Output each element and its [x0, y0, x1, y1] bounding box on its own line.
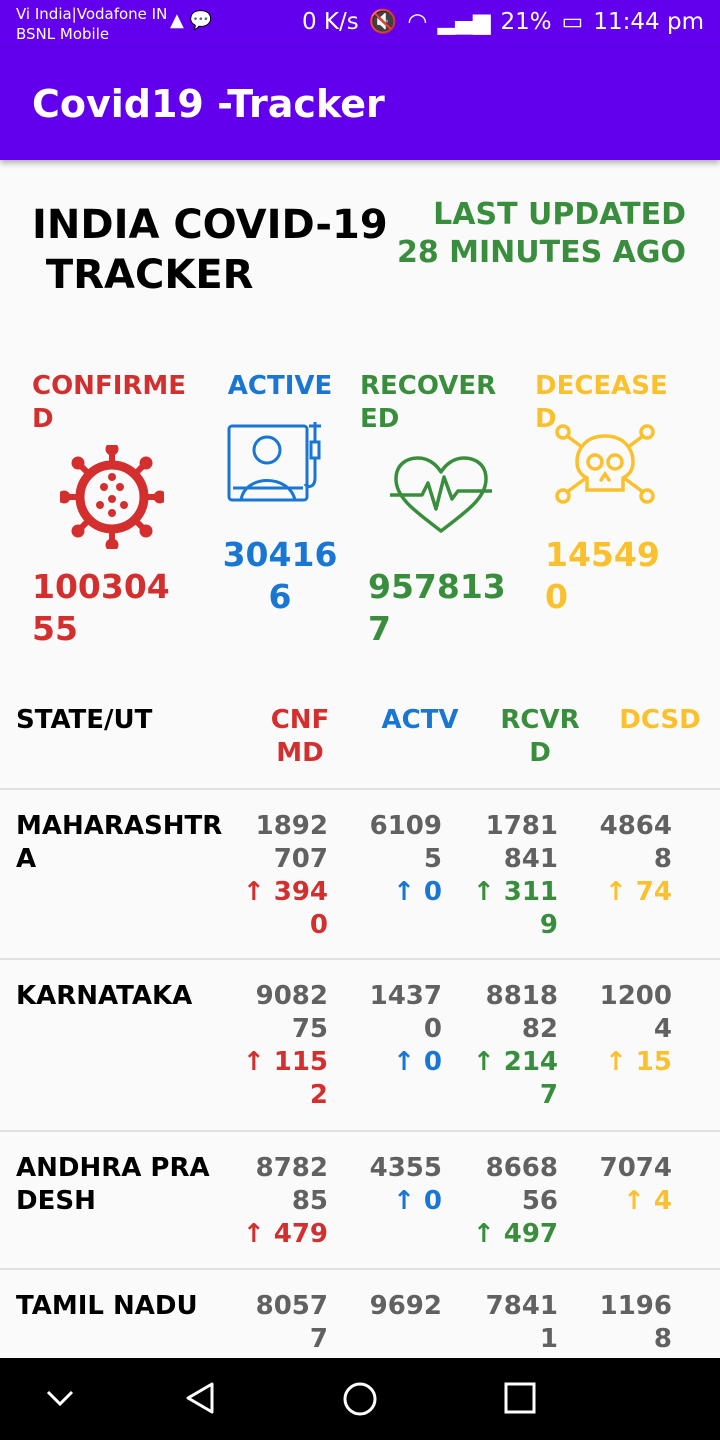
recovered-delta: ↑ 3119 [472, 877, 558, 940]
active-value: 304166 [222, 535, 338, 616]
active-cell: 9692 [352, 1290, 442, 1323]
deceased-count: 11968 [599, 1291, 672, 1354]
table-row[interactable]: ANDHRA PRADESH 878285 ↑ 479 4355 ↑ 0 866… [0, 1132, 720, 1270]
confirmed-count: 908275 [255, 981, 328, 1044]
recovered-cell: 1781841 ↑ 3119 [468, 810, 558, 942]
app-title: Covid19 -Tracker [32, 82, 385, 126]
table-row[interactable]: TAMIL NADU 80577 9692 78411 11968 [0, 1270, 720, 1358]
heartbeat-icon [390, 456, 492, 533]
deceased-delta: ↑ 15 [604, 1047, 672, 1077]
active-count: 61095 [369, 811, 442, 874]
last-updated-text: LAST UPDATED 28 MINUTES AGO [396, 197, 686, 270]
recovered-count: 78411 [485, 1291, 558, 1354]
recovered-count: 866856 [485, 1153, 558, 1216]
active-delta: ↑ 0 [393, 1047, 442, 1077]
mute-icon: 🔇 [368, 9, 398, 35]
notification-icon: ▲ 💬 [170, 10, 212, 31]
signal-icon: ▂▄▆ [437, 8, 491, 35]
confirmed-stat: CONFIRMED 10030455 [32, 370, 192, 648]
state-name: ANDHRA PRADESH [16, 1153, 210, 1216]
network-speed: 0 K/s [301, 8, 359, 35]
confirmed-count: 80577 [255, 1291, 328, 1354]
active-count: 4355 [369, 1153, 442, 1183]
recovered-cell: 881882 ↑ 2147 [468, 980, 558, 1112]
deceased-delta: ↑ 74 [604, 877, 672, 907]
status-bar: Vi India|Vodafone IN BSNL Mobile ▲ 💬 0 K… [0, 0, 720, 48]
active-cell: 4355 ↑ 0 [352, 1152, 442, 1218]
deceased-count: 48648 [599, 811, 672, 874]
recovered-count: 881882 [485, 981, 558, 1044]
status-right: 0 K/s 🔇 ◠ ▂▄▆ 21% ▭ 11:44 pm [301, 8, 704, 36]
recovered-stat: RECOVERED 9578137 [360, 370, 510, 648]
notification-icons: ▲ 💬 [170, 10, 212, 31]
confirmed-value: 10030455 [32, 567, 170, 648]
deceased-value: 145490 [545, 535, 660, 616]
confirmed-count: 878285 [255, 1153, 328, 1216]
deceased-count: 7074 [599, 1153, 672, 1183]
system-nav-bar [0, 1358, 720, 1440]
header-active: ACTV [381, 705, 459, 735]
deceased-cell: 7074 ↑ 4 [582, 1152, 672, 1218]
carrier-1: Vi India|Vodafone IN [16, 5, 168, 23]
header-recovered: RCVRD [500, 705, 580, 768]
header-deceased: DCSD [619, 705, 701, 735]
header-confirmed: CNFMD [270, 705, 330, 768]
recovered-count: 1781841 [485, 811, 558, 874]
wifi-icon: ◠ [407, 8, 428, 35]
confirmed-cell: 908275 ↑ 1152 [238, 980, 328, 1112]
active-cell: 61095 ↑ 0 [352, 810, 442, 909]
deceased-cell: 12004 ↑ 15 [582, 980, 672, 1079]
table-row[interactable]: MAHARASHTRA 1892707 ↑ 3940 61095 ↑ 0 178… [0, 790, 720, 960]
active-cell: 14370 ↑ 0 [352, 980, 442, 1079]
recovered-cell: 78411 [468, 1290, 558, 1356]
confirmed-cell: 1892707 ↑ 3940 [238, 810, 328, 942]
active-delta: ↑ 0 [393, 1186, 442, 1216]
nav-home-icon[interactable] [341, 1380, 379, 1418]
clock: 11:44 pm [593, 8, 704, 35]
deceased-cell: 48648 ↑ 74 [582, 810, 672, 909]
header-state: STATE/UT [16, 705, 153, 735]
patient-bed-icon [227, 422, 321, 502]
confirmed-cell: 878285 ↑ 479 [238, 1152, 328, 1251]
active-count: 14370 [369, 981, 442, 1044]
confirmed-delta: ↑ 1152 [242, 1047, 328, 1110]
confirmed-cell: 80577 [238, 1290, 328, 1356]
state-name: TAMIL NADU [16, 1291, 198, 1321]
table-header: STATE/UT CNFMD ACTV RCVRD DCSD [0, 700, 720, 790]
skull-icon [555, 424, 655, 504]
state-name: KARNATAKA [16, 981, 193, 1011]
active-stat: ACTIVE 304166 [215, 370, 345, 616]
deceased-cell: 11968 [582, 1290, 672, 1356]
deceased-delta: ↑ 4 [623, 1186, 672, 1216]
deceased-count: 12004 [599, 981, 672, 1044]
confirmed-count: 1892707 [255, 811, 328, 874]
recovered-cell: 866856 ↑ 497 [468, 1152, 558, 1251]
table-row[interactable]: KARNATAKA 908275 ↑ 1152 14370 ↑ 0 881882… [0, 960, 720, 1132]
carrier-info: Vi India|Vodafone IN BSNL Mobile [16, 4, 167, 44]
virus-icon [60, 445, 164, 549]
confirmed-delta: ↑ 479 [242, 1219, 328, 1249]
page-title: INDIA COVID-19 TRACKER [32, 202, 388, 298]
recovered-delta: ↑ 2147 [472, 1047, 558, 1110]
recovered-label: RECOVERED [360, 371, 497, 434]
confirmed-label: CONFIRMED [32, 371, 187, 434]
nav-recents-icon[interactable] [502, 1380, 538, 1416]
recovered-delta: ↑ 497 [472, 1219, 558, 1249]
nav-collapse-icon[interactable] [44, 1380, 76, 1416]
active-label: ACTIVE [227, 371, 333, 401]
battery-icon: ▭ [561, 8, 584, 35]
active-count: 9692 [369, 1291, 442, 1321]
app-bar: Covid19 -Tracker [0, 48, 720, 160]
battery-level: 21% [500, 8, 552, 35]
confirmed-delta: ↑ 3940 [242, 877, 328, 940]
deceased-stat: DECEASED 145490 [535, 370, 685, 616]
active-delta: ↑ 0 [393, 877, 442, 907]
state-name: MAHARASHTRA [16, 811, 223, 874]
nav-back-icon[interactable] [182, 1380, 218, 1416]
recovered-value: 9578137 [368, 567, 506, 648]
carrier-2: BSNL Mobile [16, 25, 110, 43]
